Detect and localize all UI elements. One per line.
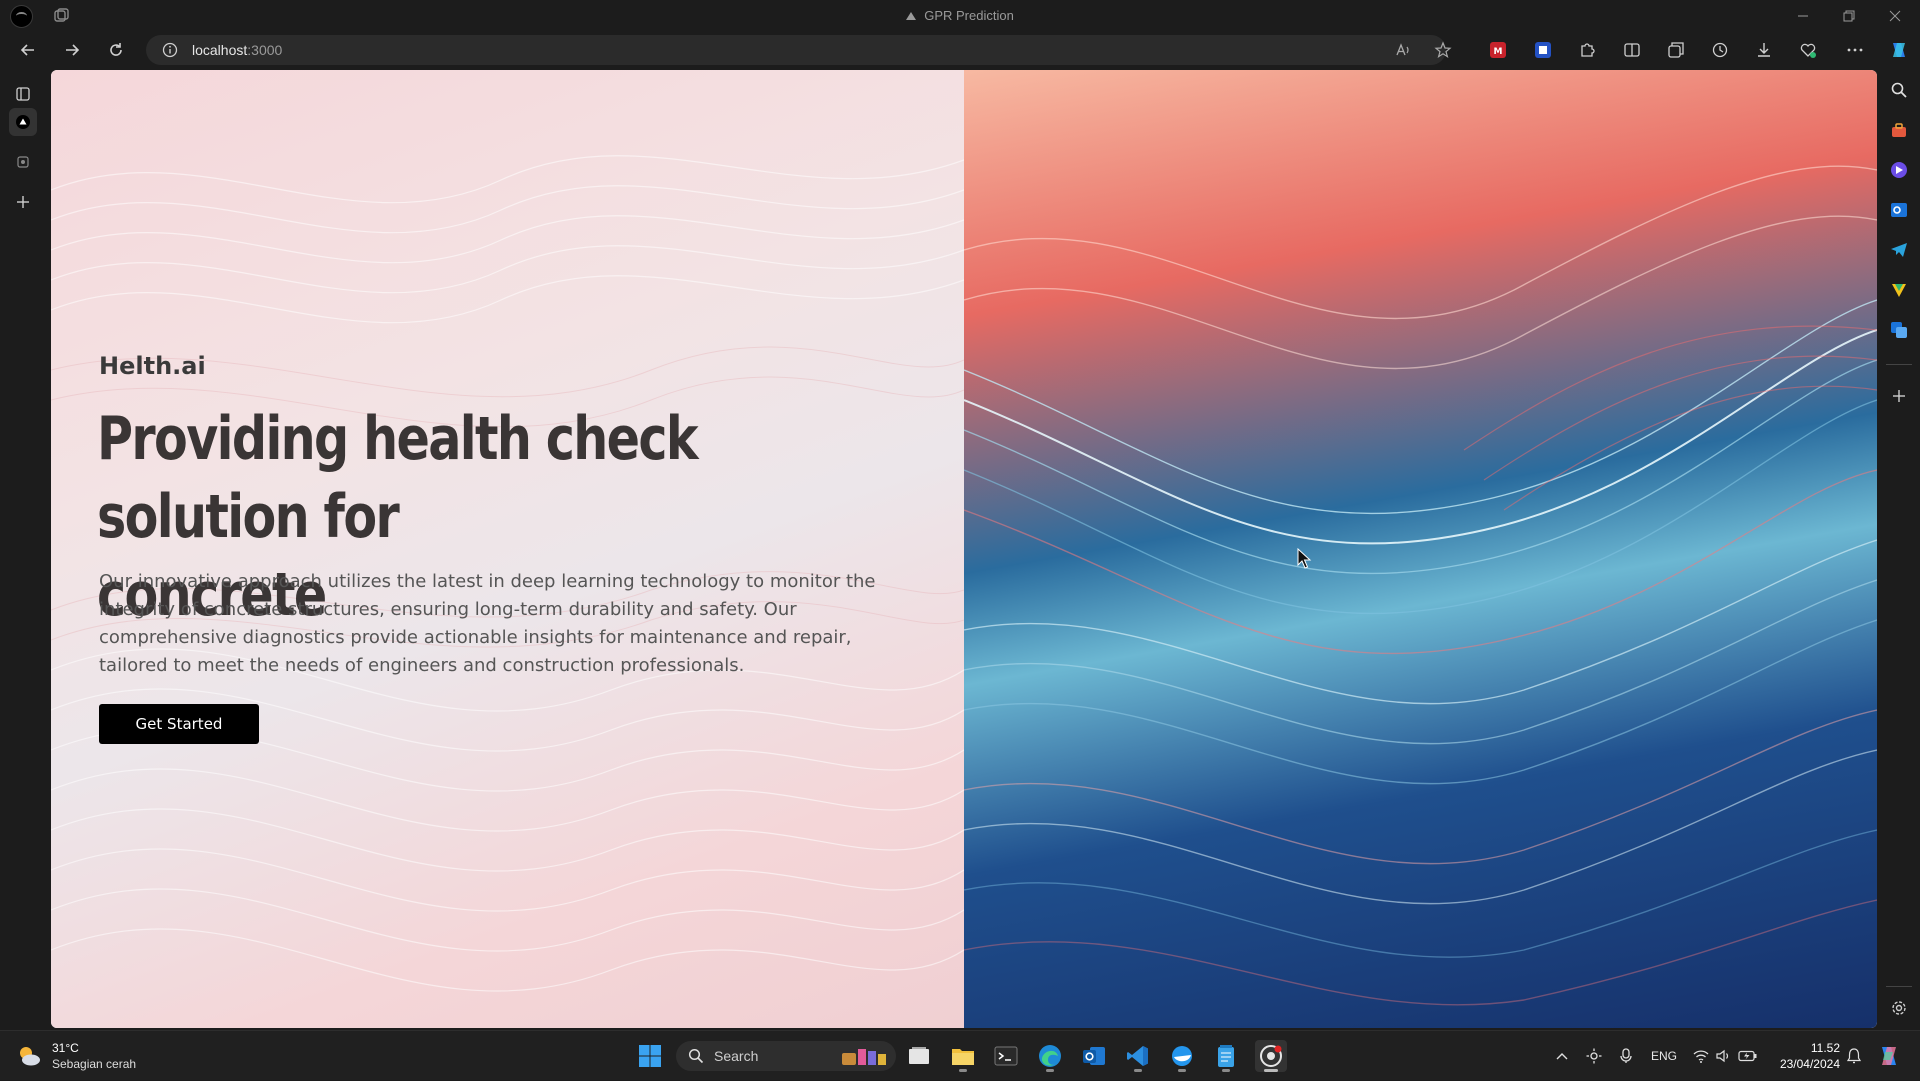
info-icon[interactable] xyxy=(162,42,178,58)
translator-icon[interactable] xyxy=(1889,320,1909,340)
url-host: localhost xyxy=(192,42,248,58)
weather-temp: 31°C xyxy=(52,1041,79,1055)
restore-icon[interactable] xyxy=(1826,0,1872,32)
brand-logo-text[interactable]: Helth.ai xyxy=(99,352,206,380)
clock-date: 23/04/2024 xyxy=(1779,1057,1840,1071)
language-indicator[interactable]: ENG xyxy=(1648,1031,1680,1081)
brightness-icon[interactable] xyxy=(1580,1031,1608,1081)
hero-left-panel: Helth.ai Providing health check solution… xyxy=(51,70,964,1028)
search-icon[interactable] xyxy=(1889,80,1909,100)
favorite-star-icon[interactable] xyxy=(1434,41,1452,59)
weather-widget[interactable]: 31°C Sebagian cerah xyxy=(16,1040,136,1072)
new-tab-icon[interactable] xyxy=(9,188,37,216)
search-icon xyxy=(688,1048,704,1064)
notepad-icon[interactable] xyxy=(1210,1040,1242,1072)
docker-icon[interactable] xyxy=(1166,1040,1198,1072)
volume-icon[interactable] xyxy=(1713,1031,1735,1081)
svg-text:M: M xyxy=(1494,47,1503,57)
wifi-icon[interactable] xyxy=(1690,1031,1712,1081)
extension-shield-icon[interactable] xyxy=(1533,40,1553,60)
copilot-icon[interactable] xyxy=(1888,39,1910,61)
more-icon[interactable] xyxy=(1845,40,1865,60)
history-icon[interactable] xyxy=(1710,40,1730,60)
telegram-icon[interactable] xyxy=(1889,240,1909,260)
url-port: :3000 xyxy=(247,42,283,58)
downloads-icon[interactable] xyxy=(1754,40,1774,60)
extension-red-icon[interactable]: M xyxy=(1488,40,1508,60)
partly-sunny-icon xyxy=(16,1043,42,1069)
split-screen-icon[interactable] xyxy=(1622,40,1642,60)
title-bar: GPR Prediction xyxy=(0,0,1920,32)
window-title-text: GPR Prediction xyxy=(924,8,1014,23)
windows-taskbar: 31°C Sebagian cerah Search ENG 11.52 23/… xyxy=(0,1030,1920,1080)
hero-description: Our innovative approach utilizes the lat… xyxy=(99,571,876,676)
show-hidden-icons-icon[interactable] xyxy=(1550,1031,1574,1081)
address-bar[interactable]: localhost:3000 xyxy=(146,35,1452,65)
collections-icon[interactable] xyxy=(1666,40,1686,60)
outlook-app-icon[interactable] xyxy=(1078,1040,1110,1072)
performance-icon[interactable] xyxy=(1798,40,1818,60)
terminal-icon[interactable] xyxy=(990,1040,1022,1072)
tab-second[interactable] xyxy=(9,148,37,176)
search-highlight-icon xyxy=(842,1049,886,1065)
tab-actions-menu-icon[interactable] xyxy=(9,80,37,108)
forward-icon[interactable] xyxy=(58,36,86,64)
add-icon[interactable] xyxy=(1889,386,1909,406)
weather-desc: Sebagian cerah xyxy=(52,1057,137,1071)
back-icon[interactable] xyxy=(14,36,42,64)
chrome-canary-icon[interactable] xyxy=(1255,1040,1287,1072)
vertical-tab-strip xyxy=(0,68,46,1030)
vscode-icon[interactable] xyxy=(1122,1040,1154,1072)
tools-icon[interactable] xyxy=(1889,120,1909,140)
battery-icon[interactable] xyxy=(1736,1031,1760,1081)
refresh-icon[interactable] xyxy=(102,36,130,64)
minimize-icon[interactable] xyxy=(1780,0,1826,32)
close-icon[interactable] xyxy=(1872,0,1918,32)
settings-icon[interactable] xyxy=(1889,998,1909,1018)
browser-toolbar: localhost:3000 M xyxy=(0,32,1920,68)
url-text[interactable]: localhost:3000 xyxy=(192,35,282,65)
start-button[interactable] xyxy=(634,1040,666,1072)
app-logo-icon xyxy=(906,12,917,20)
sidebar-divider xyxy=(1886,364,1912,365)
file-explorer-icon[interactable] xyxy=(947,1040,979,1072)
shopping-icon[interactable] xyxy=(1889,280,1909,300)
extensions-puzzle-icon[interactable] xyxy=(1577,40,1597,60)
edge-sidebar xyxy=(1878,68,1920,1030)
microphone-icon[interactable] xyxy=(1612,1031,1640,1081)
window-title: GPR Prediction xyxy=(0,0,1920,32)
system-clock[interactable]: 11.52 23/04/2024 xyxy=(1774,1040,1840,1072)
page-viewport: Helth.ai Providing health check solution… xyxy=(51,70,1877,1028)
get-started-button[interactable]: Get Started xyxy=(99,704,259,744)
tab-gpr-prediction[interactable] xyxy=(9,108,37,136)
edge-browser-icon[interactable] xyxy=(1034,1040,1066,1072)
games-icon[interactable] xyxy=(1889,160,1909,180)
taskbar-search-box[interactable]: Search xyxy=(676,1041,896,1071)
read-aloud-icon[interactable] xyxy=(1394,41,1412,59)
outlook-icon[interactable] xyxy=(1889,200,1909,220)
headline-line-1: Providing health check solution for xyxy=(97,404,699,552)
notification-bell-icon[interactable] xyxy=(1844,1031,1864,1081)
clock-time: 11.52 xyxy=(1810,1041,1840,1055)
hero-right-panel xyxy=(964,70,1877,1028)
search-label: Search xyxy=(714,1048,759,1064)
copilot-taskbar-icon[interactable] xyxy=(1874,1031,1904,1081)
task-view-icon[interactable] xyxy=(903,1040,935,1072)
hero-right-wave-image xyxy=(964,165,1877,1006)
sidebar-divider-bottom xyxy=(1886,986,1912,987)
